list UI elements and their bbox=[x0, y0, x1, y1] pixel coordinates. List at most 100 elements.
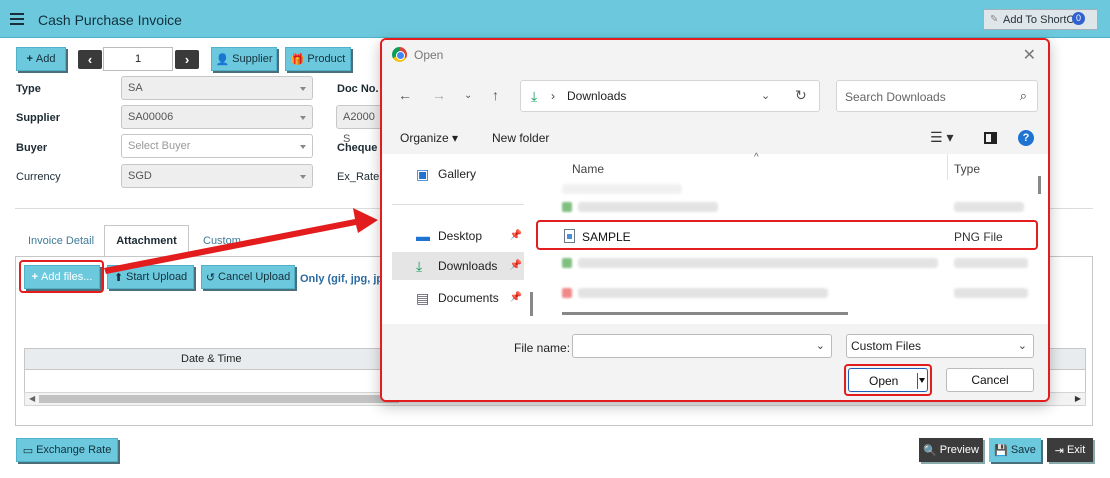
supplier-select[interactable]: SA00006 bbox=[121, 105, 313, 129]
sort-ascending-icon: ^ bbox=[754, 152, 759, 163]
file-name-input[interactable]: ⌄ bbox=[572, 334, 832, 358]
cancel-button[interactable]: Cancel bbox=[946, 368, 1034, 392]
add-to-shortcut-button[interactable]: ✎ Add To ShortCut 0 bbox=[983, 9, 1098, 30]
doc-no-value: A2000 S bbox=[343, 111, 375, 145]
preview-pane-icon[interactable] bbox=[984, 132, 997, 144]
help-icon[interactable]: ? bbox=[1018, 130, 1034, 146]
chrome-icon bbox=[392, 47, 407, 62]
nav-item-desktop[interactable]: ▬ Desktop 📌 bbox=[392, 222, 524, 250]
file-list-hscrollbar[interactable] bbox=[562, 312, 848, 315]
close-icon[interactable]: ✕ bbox=[1023, 45, 1036, 65]
pin-icon[interactable]: 📌 bbox=[510, 260, 522, 271]
supplier-button[interactable]: 👤 Supplier bbox=[211, 47, 277, 71]
file-type-filter-value: Custom Files bbox=[851, 339, 922, 353]
address-path: Downloads bbox=[567, 89, 627, 103]
nav-item-downloads[interactable]: ⤓ Downloads 📌 bbox=[392, 252, 524, 280]
page-title: Cash Purchase Invoice bbox=[38, 12, 182, 28]
blurred-file-icon bbox=[562, 258, 572, 268]
buyer-select[interactable]: Select Buyer bbox=[121, 134, 313, 158]
file-name-label: File name: bbox=[514, 341, 571, 355]
view-options-icon[interactable]: ☰ ▾ bbox=[930, 129, 953, 146]
tab-custom[interactable]: Custom bbox=[203, 235, 241, 247]
dialog-title-bar: Open ✕ bbox=[382, 40, 1048, 70]
open-file-dialog: Open ✕ ← → ⌄ ↑ ⤓ › Downloads ⌄ ↻ Search … bbox=[380, 38, 1050, 402]
blurred-row bbox=[578, 202, 718, 212]
nav-item-documents[interactable]: ▤ Documents 📌 bbox=[392, 284, 524, 312]
highlight-sample-file bbox=[536, 220, 1038, 250]
hamburger-menu-icon[interactable] bbox=[10, 13, 24, 25]
search-input[interactable]: Search Downloads ⌕ bbox=[836, 80, 1038, 112]
chevron-down-icon[interactable]: ⌄ bbox=[761, 89, 770, 102]
cancel-upload-button[interactable]: ↺ Cancel Upload bbox=[201, 265, 295, 289]
blurred-file-icon bbox=[562, 202, 572, 212]
new-folder-button[interactable]: New folder bbox=[492, 131, 549, 145]
file-list-scrollbar[interactable] bbox=[1038, 176, 1041, 194]
product-button-label: Product bbox=[307, 53, 346, 65]
buyer-placeholder: Select Buyer bbox=[128, 140, 191, 152]
chevron-down-icon bbox=[300, 116, 306, 120]
type-select[interactable]: SA bbox=[121, 76, 313, 100]
refresh-icon[interactable]: ↻ bbox=[795, 87, 807, 104]
nav-pane-scrollbar[interactable] bbox=[530, 292, 533, 316]
column-divider bbox=[947, 154, 948, 180]
dialog-title: Open bbox=[414, 48, 444, 62]
blurred-row bbox=[954, 288, 1028, 298]
blurred-row bbox=[954, 258, 1028, 268]
organize-label: Organize bbox=[400, 131, 449, 145]
start-upload-button[interactable]: ⬆ Start Upload bbox=[107, 265, 194, 289]
navigation-pane: ▣ Gallery ▬ Desktop 📌 ⤓ Downloads 📌 ▤ Do… bbox=[382, 154, 534, 324]
gift-icon: 🎁 bbox=[290, 53, 305, 66]
nav-item-label: Downloads bbox=[438, 259, 498, 273]
product-button[interactable]: 🎁 Product bbox=[285, 47, 351, 71]
cancel-upload-label: Cancel Upload bbox=[218, 271, 291, 283]
forward-arrow-icon[interactable]: → bbox=[432, 87, 446, 103]
prev-record-button[interactable]: ‹ bbox=[78, 50, 102, 69]
exchange-rate-button[interactable]: ▭ Exchange Rate bbox=[16, 438, 118, 462]
chevron-down-icon: ⌄ bbox=[1017, 340, 1027, 352]
nav-item-gallery[interactable]: ▣ Gallery bbox=[392, 160, 524, 188]
back-arrow-icon[interactable]: ← bbox=[398, 87, 412, 103]
scroll-thumb[interactable] bbox=[39, 395, 399, 403]
dialog-nav-row: ← → ⌄ ↑ ⤓ › Downloads ⌄ ↻ Search Downloa… bbox=[382, 70, 1048, 122]
pin-icon[interactable]: 📌 bbox=[510, 292, 522, 303]
doc-no-input[interactable]: A2000 S bbox=[336, 105, 386, 145]
up-arrow-icon[interactable]: ↑ bbox=[492, 87, 499, 103]
chevron-down-icon[interactable]: ⌄ bbox=[816, 339, 825, 352]
save-button[interactable]: 💾 Save bbox=[989, 438, 1041, 462]
scroll-right-icon[interactable]: ▶ bbox=[1075, 394, 1081, 403]
exit-button[interactable]: ⇥ Exit bbox=[1047, 438, 1093, 462]
currency-label: Currency bbox=[16, 171, 61, 183]
organize-menu[interactable]: Organize ▾ bbox=[400, 131, 458, 145]
record-number-input[interactable]: 1 bbox=[103, 47, 173, 71]
plus-icon: + bbox=[26, 53, 33, 65]
preview-button[interactable]: 🔍 Preview bbox=[919, 438, 983, 462]
undo-icon: ↺ bbox=[205, 271, 216, 284]
currency-select[interactable]: SGD bbox=[121, 164, 313, 188]
shortcut-count-badge: 0 bbox=[1072, 12, 1085, 25]
address-bar[interactable]: ⤓ › Downloads ⌄ ↻ bbox=[520, 80, 820, 112]
chevron-down-icon bbox=[300, 145, 306, 149]
col-type[interactable]: Type bbox=[954, 162, 980, 176]
dialog-toolbar: Organize ▾ New folder ☰ ▾ ? bbox=[382, 122, 1048, 154]
exit-label: Exit bbox=[1066, 444, 1086, 456]
chevron-down-icon bbox=[300, 175, 306, 179]
doc-no-label: Doc No. bbox=[337, 83, 379, 95]
chevron-down-icon[interactable]: ⌄ bbox=[464, 90, 472, 101]
add-button[interactable]: + Add bbox=[16, 47, 66, 71]
gallery-icon: ▣ bbox=[416, 166, 430, 182]
nav-item-label: Desktop bbox=[438, 229, 483, 243]
allowed-types-text: Only (gif, jpg, jp bbox=[300, 273, 384, 285]
money-icon: ▭ bbox=[22, 444, 34, 457]
download-icon: ⤓ bbox=[531, 88, 538, 104]
next-record-button[interactable]: › bbox=[175, 50, 199, 69]
scroll-left-icon[interactable]: ◀ bbox=[29, 394, 35, 403]
pin-icon[interactable]: 📌 bbox=[510, 230, 522, 241]
dialog-bottom-bar: File name: ⌄ Custom Files ⌄ Open Cancel bbox=[382, 324, 1048, 400]
col-name[interactable]: Name bbox=[572, 162, 604, 176]
tab-invoice-detail[interactable]: Invoice Detail bbox=[28, 235, 94, 247]
top-header: Cash Purchase Invoice ✎ Add To ShortCut … bbox=[0, 0, 1110, 38]
desktop-icon: ▬ bbox=[416, 228, 430, 244]
upload-icon: ⬆ bbox=[113, 271, 124, 284]
file-type-filter-select[interactable]: Custom Files ⌄ bbox=[846, 334, 1034, 358]
tab-attachment[interactable]: Attachment bbox=[104, 225, 189, 257]
